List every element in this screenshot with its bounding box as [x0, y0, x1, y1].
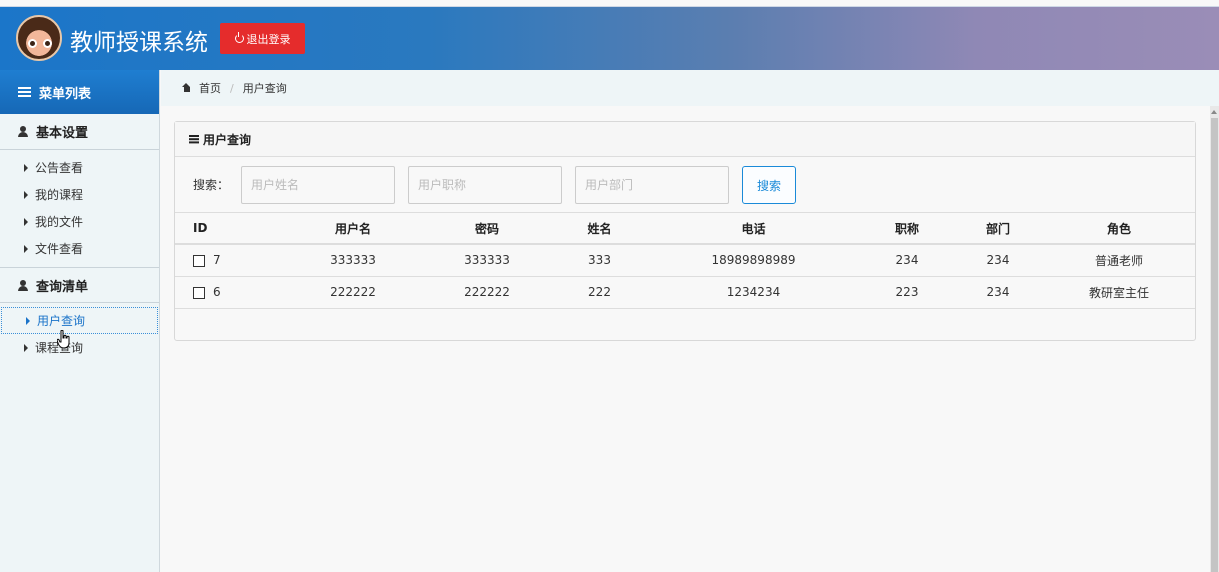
- bars-icon: [189, 135, 199, 143]
- table-header-row: ID 用户名 密码 姓名 电话 职称 部门 角色: [175, 213, 1195, 245]
- sidebar-sublist-basic: 公告查看 我的课程 我的文件 文件查看: [0, 150, 159, 267]
- sidebar-item-course-query[interactable]: 课程查询: [0, 334, 159, 361]
- column-header-role[interactable]: 角色: [1043, 213, 1195, 245]
- panel-heading: 用户查询: [175, 122, 1195, 157]
- menu-header: 菜单列表: [0, 70, 159, 114]
- sidebar-item-file-view[interactable]: 文件查看: [0, 235, 159, 262]
- group-title: 查询清单: [36, 279, 89, 295]
- cell-role: 普通老师: [1043, 244, 1195, 277]
- user-table: ID 用户名 密码 姓名 电话 职称 部门 角色 7 333333 333333…: [175, 213, 1195, 309]
- sidebar-group-query-list[interactable]: 查询清单: [0, 267, 159, 303]
- sidebar-sublist-query: 用户查询 课程查询: [0, 303, 159, 366]
- cell-password: 333333: [421, 244, 553, 277]
- breadcrumb-home[interactable]: 首页: [199, 80, 221, 96]
- list-icon: [18, 87, 31, 97]
- search-button[interactable]: 搜索: [742, 166, 796, 204]
- scroll-up-arrow-icon[interactable]: [1211, 110, 1217, 114]
- menu-title: 菜单列表: [39, 86, 92, 102]
- column-header-password[interactable]: 密码: [421, 213, 553, 245]
- user-query-panel: 用户查询 搜索： 搜索 ID 用户名 密码 姓名 电话 职称 部门 角色 7: [174, 121, 1196, 341]
- breadcrumb: 首页 / 用户查询: [161, 70, 1219, 106]
- cell-password: 222222: [421, 276, 553, 309]
- sidebar-item-my-courses[interactable]: 我的课程: [0, 181, 159, 208]
- sidebar-group-basic-settings[interactable]: 基本设置: [0, 114, 159, 150]
- cell-dept: 234: [953, 276, 1043, 309]
- group-title: 基本设置: [36, 126, 89, 141]
- cell-phone: 1234234: [646, 276, 861, 309]
- cell-id: 6: [175, 276, 285, 309]
- sidebar-item-my-files[interactable]: 我的文件: [0, 208, 159, 235]
- sidebar-item-label: 文件查看: [35, 242, 84, 256]
- cell-username: 222222: [285, 276, 421, 309]
- column-header-title[interactable]: 职称: [861, 213, 953, 245]
- scrollbar-thumb[interactable]: [1211, 118, 1218, 572]
- top-header: 教师授课系统 退出登录: [0, 6, 1219, 70]
- table-row[interactable]: 7 333333 333333 333 18989898989 234 234 …: [175, 244, 1195, 277]
- column-header-name[interactable]: 姓名: [553, 213, 646, 245]
- cell-name: 222: [553, 276, 646, 309]
- sidebar-item-label: 我的课程: [35, 188, 84, 202]
- sidebar-item-announcements[interactable]: 公告查看: [0, 154, 159, 181]
- hand-cursor-icon: [57, 330, 70, 349]
- home-icon: [182, 83, 191, 92]
- column-header-username[interactable]: 用户名: [285, 213, 421, 245]
- caret-right-icon: [24, 244, 28, 253]
- row-checkbox[interactable]: [193, 286, 205, 299]
- row-checkbox[interactable]: [193, 254, 205, 267]
- logout-label: 退出登录: [246, 32, 291, 46]
- cell-id-value: 7: [213, 253, 221, 268]
- caret-right-icon: [24, 343, 28, 352]
- logout-button[interactable]: 退出登录: [220, 23, 305, 54]
- user-name-input[interactable]: [241, 166, 395, 204]
- sidebar-item-label: 我的文件: [35, 215, 84, 229]
- user-icon: [18, 126, 28, 137]
- power-icon: [234, 32, 244, 43]
- sidebar-item-label: 公告查看: [35, 161, 84, 175]
- column-header-dept[interactable]: 部门: [953, 213, 1043, 245]
- breadcrumb-separator: /: [230, 81, 234, 95]
- caret-right-icon: [26, 316, 30, 325]
- cell-role: 教研室主任: [1043, 276, 1195, 309]
- caret-right-icon: [24, 190, 28, 199]
- cell-id-value: 6: [213, 285, 221, 299]
- panel-title: 用户查询: [203, 132, 252, 147]
- cell-phone: 18989898989: [646, 244, 861, 277]
- cell-name: 333: [553, 244, 646, 277]
- sidebar: 菜单列表 基本设置 公告查看 我的课程 我的文件 文件查看 查询清单 用户查询: [0, 70, 160, 572]
- user-dept-input[interactable]: [575, 166, 729, 204]
- cell-title: 234: [861, 244, 953, 277]
- cell-id: 7: [175, 244, 285, 277]
- column-header-id[interactable]: ID: [175, 213, 285, 245]
- caret-right-icon: [24, 217, 28, 226]
- cell-title: 223: [861, 276, 953, 309]
- table-row[interactable]: 6 222222 222222 222 1234234 223 234 教研室主…: [175, 276, 1195, 309]
- search-row: 搜索： 搜索: [175, 157, 1195, 213]
- column-header-phone[interactable]: 电话: [646, 213, 861, 245]
- caret-right-icon: [24, 163, 28, 172]
- avatar: [16, 15, 62, 61]
- app-title: 教师授课系统: [70, 30, 208, 56]
- search-label: 搜索：: [193, 178, 230, 192]
- cell-username: 333333: [285, 244, 421, 277]
- user-title-input[interactable]: [408, 166, 562, 204]
- sidebar-item-label: 用户查询: [37, 314, 86, 328]
- cell-dept: 234: [953, 244, 1043, 277]
- breadcrumb-current: 用户查询: [242, 82, 287, 95]
- user-icon: [18, 279, 28, 291]
- sidebar-item-user-query[interactable]: 用户查询: [1, 307, 158, 334]
